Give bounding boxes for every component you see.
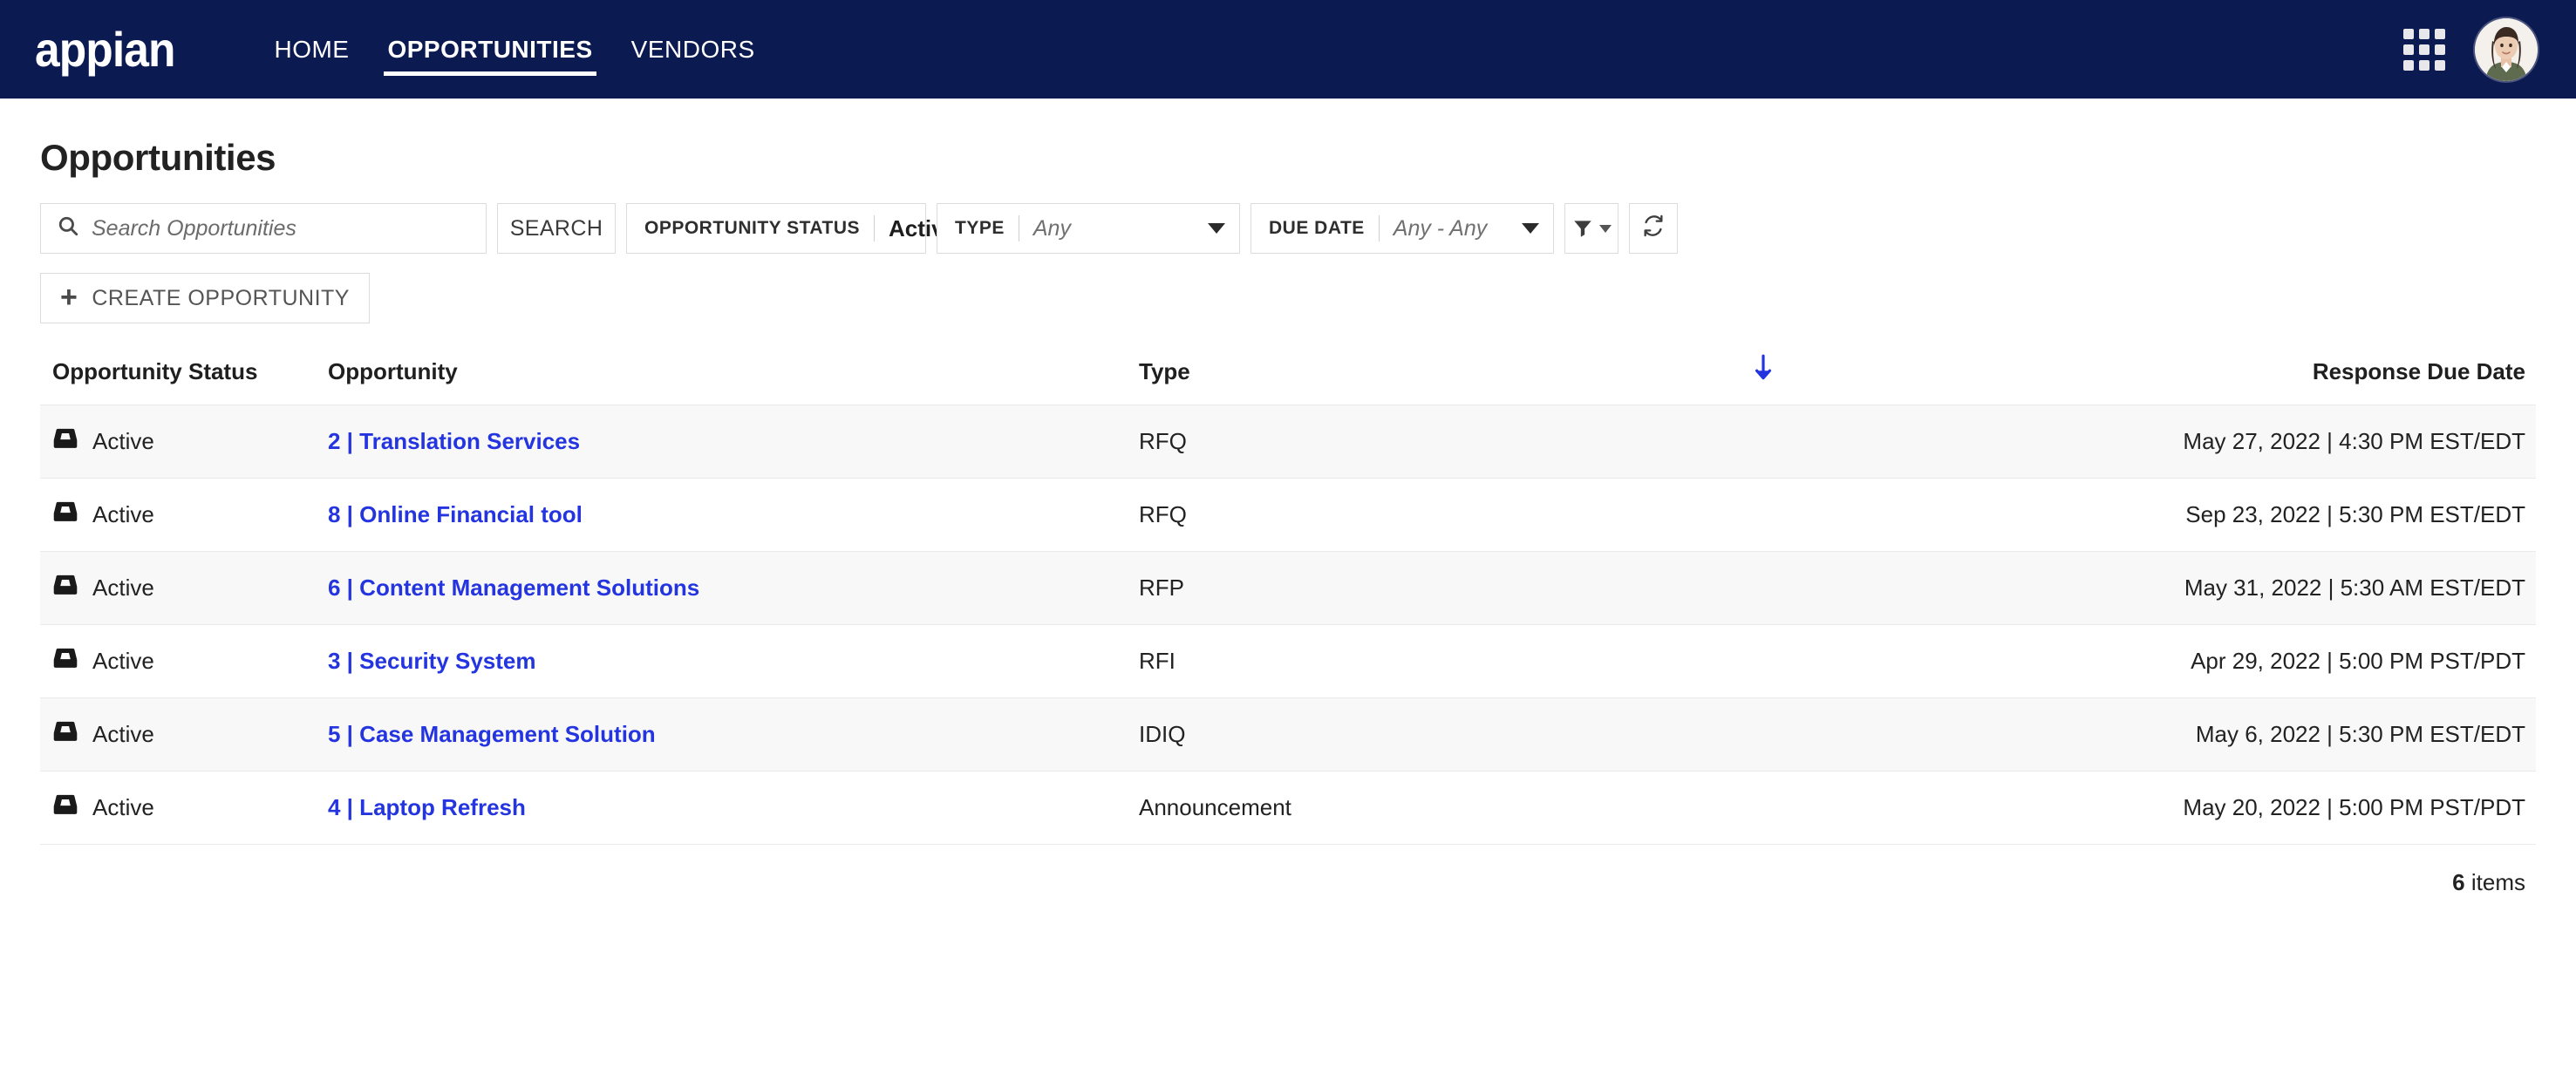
filter-toolbar: SEARCH OPPORTUNITY STATUS Active ✕ TYPE … (40, 203, 2536, 254)
nav-item-vendors[interactable]: VENDORS (612, 0, 774, 99)
search-button[interactable]: SEARCH (497, 203, 616, 254)
opportunities-table: Opportunity Status Opportunity Type Resp… (40, 354, 2536, 845)
status-label: Active (92, 501, 154, 527)
cell-type: RFP (1139, 551, 2081, 625)
item-count-label: items (2470, 869, 2525, 895)
divider (1378, 215, 1380, 241)
cell-type: RFI (1139, 624, 2081, 698)
cell-response-due-date: May 27, 2022 | 4:30 PM EST/EDT (2081, 405, 2536, 479)
divider (874, 215, 876, 241)
table-footer-count: 6 items (40, 845, 2536, 896)
column-header-opportunity-status[interactable]: Opportunity Status (40, 358, 328, 405)
opportunity-link[interactable]: 8 | Online Financial tool (328, 501, 583, 527)
nav-item-home[interactable]: HOME (255, 0, 368, 99)
table-row[interactable]: Active 5 | Case Management Solution IDIQ Ma… (40, 697, 2536, 772)
top-navigation-bar: appian HOME OPPORTUNITIES VENDORS (0, 0, 2576, 99)
cell-response-due-date: May 6, 2022 | 5:30 PM EST/EDT (2081, 697, 2536, 772)
nav-item-opportunities[interactable]: OPPORTUNITIES (368, 0, 611, 99)
funnel-icon (1571, 217, 1594, 240)
search-box (40, 203, 487, 254)
table-row[interactable]: Active 4 | Laptop Refresh Announcement May … (40, 771, 2536, 845)
column-header-type[interactable]: Type (1139, 354, 2081, 405)
filter-type-label: TYPE (955, 218, 1005, 238)
cell-response-due-date: Sep 23, 2022 | 5:30 PM EST/EDT (2081, 478, 2536, 552)
cell-opportunity-status: Active (40, 478, 328, 552)
main-nav-links: HOME OPPORTUNITIES VENDORS (255, 0, 773, 99)
opportunity-link[interactable]: 6 | Content Management Solutions (328, 574, 699, 601)
nav-right-actions (2403, 17, 2538, 81)
table-row[interactable]: Active 8 | Online Financial tool RFQ Sep 23… (40, 478, 2536, 552)
user-avatar[interactable] (2475, 17, 2538, 81)
cell-type: IDIQ (1139, 697, 2081, 772)
filter-type-value: Any (1032, 215, 1071, 241)
create-opportunity-button[interactable]: + CREATE OPPORTUNITY (40, 273, 370, 323)
cell-type: RFQ (1139, 405, 2081, 479)
filter-due-date-label: DUE DATE (1269, 218, 1365, 238)
opportunity-link[interactable]: 5 | Case Management Solution (328, 721, 656, 747)
cell-response-due-date: Apr 29, 2022 | 5:00 PM PST/PDT (2081, 624, 2536, 698)
filter-options-button[interactable] (1564, 203, 1619, 254)
status-label: Active (92, 574, 154, 601)
filter-due-date-value: Any - Any (1393, 215, 1488, 241)
cell-type: Announcement (1139, 771, 2081, 845)
filter-type[interactable]: TYPE Any (937, 203, 1240, 254)
refresh-button[interactable] (1629, 203, 1678, 254)
inbox-icon (52, 794, 78, 821)
cell-opportunity: 8 | Online Financial tool (328, 478, 1139, 552)
table-row[interactable]: Active 2 | Translation Services RFQ May 27,… (40, 405, 2536, 479)
column-header-opportunity[interactable]: Opportunity (328, 358, 1139, 405)
status-label: Active (92, 721, 154, 747)
filter-opportunity-status[interactable]: OPPORTUNITY STATUS Active ✕ (626, 203, 1031, 254)
cell-opportunity-status: Active (40, 551, 328, 625)
status-label: Active (92, 794, 154, 820)
opportunity-link[interactable]: 2 | Translation Services (328, 428, 580, 454)
column-header-type-label: Type (1139, 358, 1190, 384)
inbox-icon (52, 721, 78, 748)
search-icon (57, 214, 79, 243)
status-label: Active (92, 648, 154, 674)
table-row[interactable]: Active 6 | Content Management Solutions RF… (40, 551, 2536, 625)
opportunity-link[interactable]: 4 | Laptop Refresh (328, 794, 526, 820)
cell-response-due-date: May 31, 2022 | 5:30 AM EST/EDT (2081, 551, 2536, 625)
create-opportunity-label: CREATE OPPORTUNITY (92, 285, 350, 310)
grid-apps-icon[interactable] (2403, 28, 2445, 71)
filter-due-date[interactable]: DUE DATE Any - Any (1251, 203, 1554, 254)
plus-icon: + (60, 280, 78, 314)
item-count: 6 (2452, 869, 2465, 895)
chevron-down-icon (1599, 224, 1612, 233)
table-row[interactable]: Active 3 | Security System RFI Apr 29, 2022… (40, 624, 2536, 698)
cell-opportunity: 6 | Content Management Solutions (328, 551, 1139, 625)
column-header-response-due-date[interactable]: Response Due Date (2081, 358, 2536, 405)
cell-opportunity-status: Active (40, 405, 328, 479)
cell-opportunity: 4 | Laptop Refresh (328, 771, 1139, 845)
search-input[interactable] (92, 215, 470, 241)
inbox-icon (52, 648, 78, 675)
cell-opportunity: 2 | Translation Services (328, 405, 1139, 479)
actions-row: + CREATE OPPORTUNITY (40, 273, 2536, 323)
arrow-down-icon[interactable] (1752, 353, 1775, 389)
opportunity-link[interactable]: 3 | Security System (328, 648, 536, 674)
page-title: Opportunities (40, 137, 276, 178)
appian-logo[interactable]: appian (35, 24, 175, 74)
cell-opportunity: 5 | Case Management Solution (328, 697, 1139, 772)
page-content: Opportunities SEARCH OPPORTUNITY STATUS … (0, 99, 2576, 896)
chevron-down-icon[interactable] (1208, 223, 1225, 234)
status-label: Active (92, 428, 154, 454)
cell-type: RFQ (1139, 478, 2081, 552)
table-header-row: Opportunity Status Opportunity Type Resp… (40, 354, 2536, 405)
inbox-icon (52, 428, 78, 455)
cell-opportunity-status: Active (40, 771, 328, 845)
cell-opportunity: 3 | Security System (328, 624, 1139, 698)
chevron-down-icon[interactable] (1522, 223, 1539, 234)
inbox-icon (52, 501, 78, 528)
cell-opportunity-status: Active (40, 697, 328, 772)
table-body: Active 2 | Translation Services RFQ May 27,… (40, 405, 2536, 845)
table-header: Opportunity Status Opportunity Type Resp… (40, 354, 2536, 405)
filter-status-label: OPPORTUNITY STATUS (644, 218, 861, 238)
refresh-icon (1641, 214, 1666, 244)
cell-opportunity-status: Active (40, 624, 328, 698)
cell-response-due-date: May 20, 2022 | 5:00 PM PST/PDT (2081, 771, 2536, 845)
inbox-icon (52, 574, 78, 602)
